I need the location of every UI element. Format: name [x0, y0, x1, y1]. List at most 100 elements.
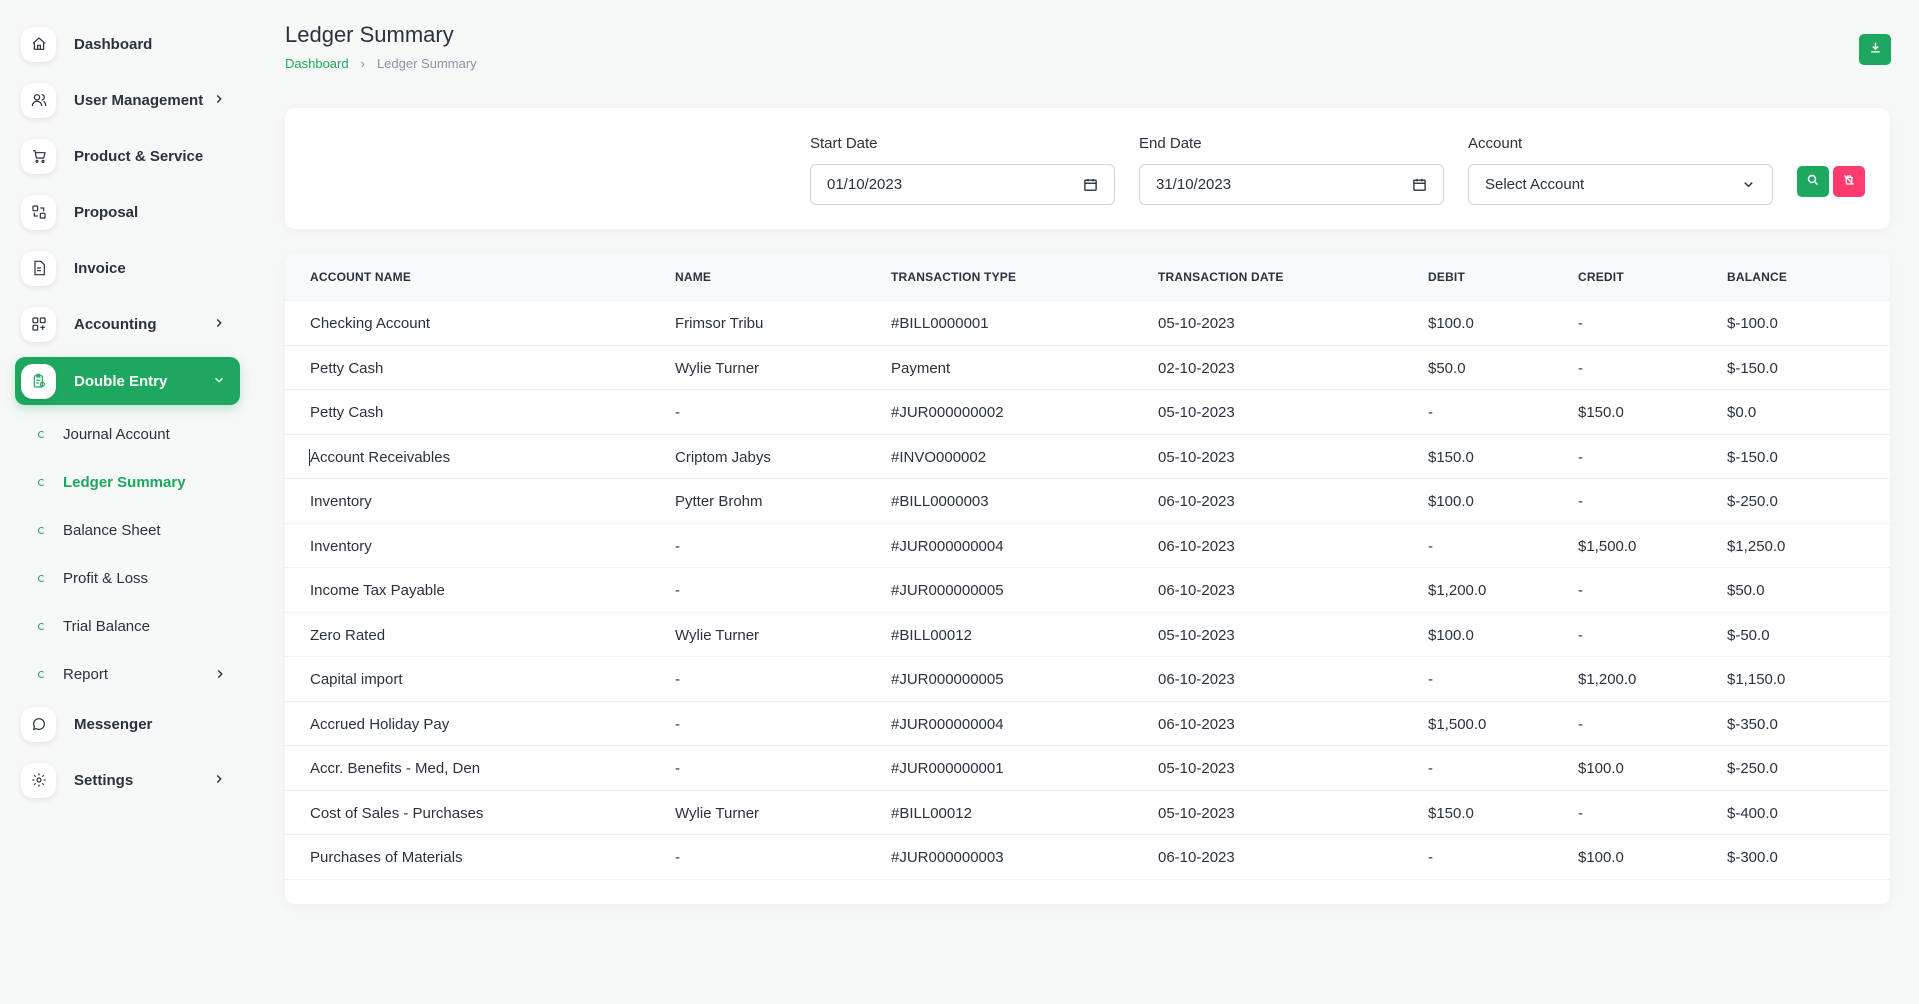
- sidebar-item-invoice[interactable]: Invoice: [15, 244, 240, 292]
- table-cell: Capital import: [310, 671, 403, 688]
- table-cell: Inventory: [310, 537, 372, 555]
- sidebar-item-double-entry[interactable]: Double Entry: [15, 357, 240, 405]
- table-cell: $0.0: [1727, 404, 1757, 421]
- start-date-label: Start Date: [810, 135, 878, 152]
- sidebar-item-settings[interactable]: Settings: [15, 756, 240, 804]
- table-cell: #JUR000000005: [891, 582, 1004, 599]
- table-cell: $100.0: [1578, 849, 1624, 866]
- table-cell: $100.0: [1428, 626, 1474, 644]
- breadcrumb-home-link[interactable]: Dashboard: [285, 56, 349, 71]
- sidebar-item-proposal[interactable]: Proposal: [15, 188, 240, 236]
- table-cell: -: [1578, 315, 1583, 332]
- start-date-input[interactable]: 01/10/2023: [810, 164, 1115, 205]
- bullet-icon: [38, 430, 45, 438]
- sidebar-item-label: Proposal: [74, 203, 139, 221]
- table-cell: 05-10-2023: [1158, 804, 1235, 822]
- sidebar-item-label: Dashboard: [74, 35, 153, 53]
- table-cell: -: [1428, 537, 1433, 555]
- end-date-value: 31/10/2023: [1156, 176, 1232, 193]
- table-cell: -: [675, 537, 680, 555]
- calendar-icon[interactable]: [1412, 177, 1427, 196]
- table-cell: Wylie Turner: [675, 626, 760, 644]
- column-header: TRANSACTION DATE: [1158, 270, 1284, 284]
- clear-filter-button[interactable]: [1833, 166, 1865, 197]
- sidebar-item-dashboard[interactable]: Dashboard: [15, 20, 240, 68]
- table-cell: 06-10-2023: [1158, 582, 1235, 599]
- sidebar-subitem-label: Report: [63, 665, 109, 683]
- sidebar-subitem-profit-loss[interactable]: Profit & Loss: [38, 566, 148, 590]
- sidebar-item-product-service[interactable]: Product & Service: [15, 132, 240, 180]
- table-cell: -: [1578, 715, 1583, 733]
- account-select[interactable]: Select Account: [1468, 164, 1773, 205]
- column-header: NAME: [675, 270, 712, 284]
- table-cell: Wylie Turner: [675, 359, 760, 377]
- table-row: Accrued Holiday Pay - #JUR000000004 06-10-2…: [285, 702, 1890, 746]
- sidebar-subitem-label: Profit & Loss: [63, 569, 149, 587]
- table-cell: Wylie Turner: [675, 804, 760, 822]
- table-cell: -: [1428, 849, 1433, 866]
- table-row: Capital import - #JUR000000005 06-10-2023 - $…: [285, 657, 1890, 702]
- chevron-right-icon: [212, 92, 226, 111]
- table-cell: -: [1428, 671, 1433, 688]
- table-row: Purchases of Materials - #JUR000000003 06-1…: [285, 835, 1890, 880]
- sidebar-subitem-journal-account[interactable]: Journal Account: [38, 422, 170, 446]
- table-cell: $-250.0: [1727, 760, 1778, 777]
- table-cell: 05-10-2023: [1158, 760, 1235, 777]
- table-cell: $-150.0: [1727, 448, 1778, 466]
- table-cell: Petty Cash: [310, 404, 384, 421]
- search-button[interactable]: [1797, 166, 1829, 197]
- sidebar-item-messenger[interactable]: Messenger: [15, 700, 240, 748]
- table-cell: $-150.0: [1727, 359, 1778, 377]
- accounting-icon: [21, 306, 56, 342]
- export-button[interactable]: [1859, 34, 1891, 65]
- sidebar-subitem-report[interactable]: Report: [38, 662, 238, 686]
- table-cell: 06-10-2023: [1158, 849, 1235, 866]
- table-cell: Purchases of Materials: [310, 849, 463, 866]
- table-cell: Accr. Benefits - Med, Den: [310, 760, 481, 777]
- table-cell: 02-10-2023: [1158, 359, 1235, 377]
- table-cell: Payment: [891, 359, 951, 377]
- table-cell: $1,500.0: [1428, 715, 1487, 733]
- chevron-down-icon: [212, 373, 226, 392]
- bullet-icon: [38, 526, 45, 534]
- table-row: Inventory - #JUR000000004 06-10-2023 - $1,500…: [285, 524, 1890, 568]
- sidebar: Dashboard User Management Product & Serv…: [0, 0, 256, 1004]
- table-cell: 05-10-2023: [1158, 626, 1235, 644]
- sidebar-subitem-ledger-summary[interactable]: Ledger Summary: [38, 470, 186, 494]
- bullet-icon: [38, 574, 45, 582]
- table-cell: Zero Rated: [310, 626, 386, 644]
- table-row: Accr. Benefits - Med, Den - #JUR000000001 0…: [285, 746, 1890, 791]
- cart-icon: [21, 138, 56, 174]
- table-cell: $-350.0: [1727, 715, 1778, 733]
- column-header: BALANCE: [1727, 270, 1788, 284]
- table-cell: $50.0: [1428, 359, 1466, 377]
- chevron-right-icon: [213, 667, 227, 686]
- table-row: Account Receivables Criptom Jabys #INVO000…: [285, 435, 1890, 479]
- table-cell: #JUR000000004: [891, 715, 1004, 733]
- table-cell: #JUR000000005: [891, 671, 1004, 688]
- filter-card: Start Date 01/10/2023 End Date 31/10/202…: [285, 108, 1890, 229]
- double-entry-icon: [21, 363, 56, 399]
- bullet-icon: [38, 478, 45, 486]
- table-cell: $1,250.0: [1727, 537, 1786, 555]
- sidebar-item-accounting[interactable]: Accounting: [15, 300, 240, 348]
- table-cell: $150.0: [1428, 448, 1474, 466]
- table-cell: $1,200.0: [1578, 671, 1637, 688]
- table-cell: -: [1578, 626, 1583, 644]
- table-cell: -: [1578, 582, 1583, 599]
- sidebar-item-user-management[interactable]: User Management: [15, 76, 240, 124]
- table-cell: #JUR000000002: [891, 404, 1004, 421]
- table-row: Inventory Pytter Brohm #BILL0000003 06-10-2…: [285, 479, 1890, 524]
- table-cell: $100.0: [1428, 493, 1474, 510]
- table-cell: -: [675, 404, 680, 421]
- sidebar-subitem-trial-balance[interactable]: Trial Balance: [38, 614, 150, 638]
- table-cell: -: [675, 671, 680, 688]
- account-select-value: Select Account: [1485, 176, 1585, 193]
- end-date-input[interactable]: 31/10/2023: [1139, 164, 1444, 205]
- sidebar-subitem-balance-sheet[interactable]: Balance Sheet: [38, 518, 161, 542]
- sidebar-item-label: Settings: [74, 771, 134, 789]
- calendar-icon[interactable]: [1083, 177, 1098, 196]
- invoice-icon: [21, 250, 56, 286]
- table-cell: 06-10-2023: [1158, 493, 1235, 510]
- table-cell: 06-10-2023: [1158, 671, 1235, 688]
